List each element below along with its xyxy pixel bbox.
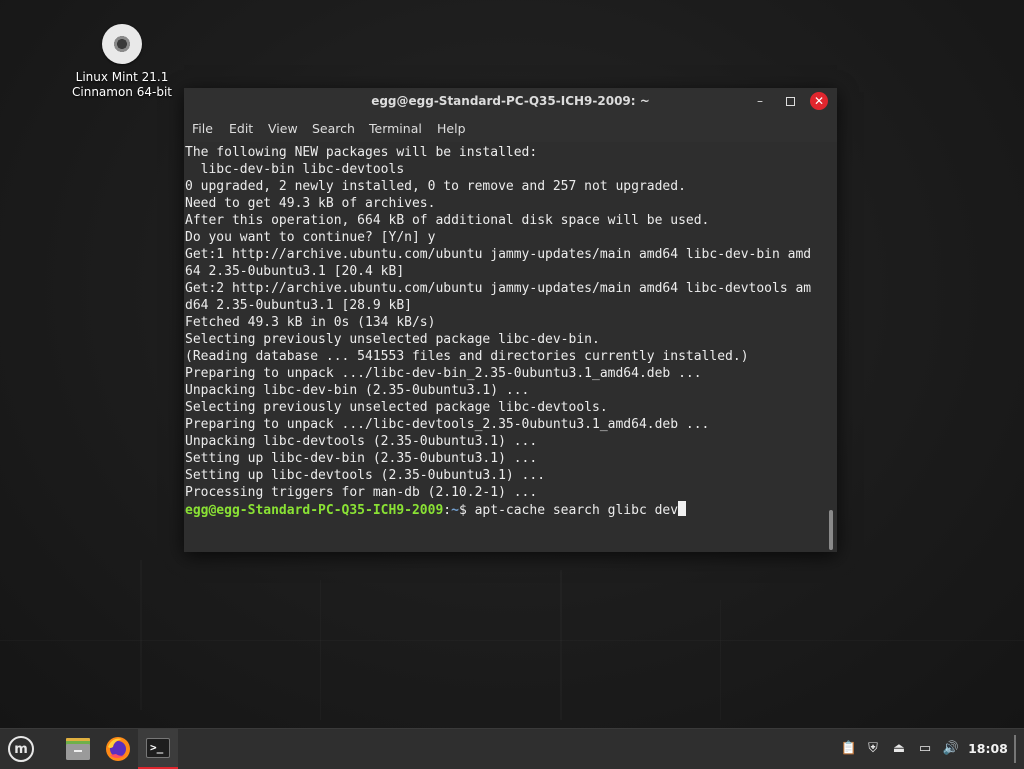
- menu-help[interactable]: Help: [437, 121, 466, 136]
- optical-disc-icon: [102, 24, 142, 64]
- prompt-user-host: egg@egg-Standard-PC-Q35-ICH9-2009: [185, 503, 444, 518]
- menu-terminal[interactable]: Terminal: [369, 121, 422, 136]
- menu-view[interactable]: View: [268, 121, 298, 136]
- terminal-window: egg@egg-Standard-PC-Q35-ICH9-2009: ~ – ✕…: [184, 88, 837, 552]
- shield-update-icon[interactable]: ⛨: [864, 739, 882, 759]
- terminal-line: After this operation, 664 kB of addition…: [185, 213, 710, 228]
- terminal-taskbar-button[interactable]: >_: [138, 729, 178, 769]
- terminal-line: 64 2.35-0ubuntu3.1 [20.4 kB]: [185, 264, 405, 279]
- desktop-icon-install-disc[interactable]: Linux Mint 21.1 Cinnamon 64-bit: [64, 24, 180, 100]
- terminal-line: Preparing to unpack .../libc-devtools_2.…: [185, 417, 710, 432]
- files-launcher-button[interactable]: [60, 729, 96, 769]
- command-input[interactable]: apt-cache search glibc dev: [475, 503, 679, 518]
- menu-edit[interactable]: Edit: [229, 121, 253, 136]
- maximize-icon: [785, 97, 795, 106]
- terminal-line: Setting up libc-devtools (2.35-0ubuntu3.…: [185, 468, 546, 483]
- terminal-line: (Reading database ... 541553 files and d…: [185, 349, 749, 364]
- terminal-line: Get:2 http://archive.ubuntu.com/ubuntu j…: [185, 281, 812, 296]
- terminal-line: Need to get 49.3 kB of archives.: [185, 196, 436, 211]
- terminal-line: Selecting previously unselected package …: [185, 400, 608, 415]
- desktop-icon-label-line2: Cinnamon 64-bit: [72, 85, 172, 99]
- terminal-line: The following NEW packages will be insta…: [185, 145, 538, 160]
- terminal-line: Fetched 49.3 kB in 0s (134 kB/s): [185, 315, 436, 330]
- network-icon[interactable]: ▭: [916, 739, 934, 759]
- terminal-line: Unpacking libc-dev-bin (2.35-0ubuntu3.1)…: [185, 383, 530, 398]
- terminal-line: Setting up libc-dev-bin (2.35-0ubuntu3.1…: [185, 451, 538, 466]
- clipboard-tray-icon[interactable]: 📋: [840, 739, 858, 759]
- firefox-icon: [106, 737, 130, 761]
- menu-file[interactable]: File: [192, 121, 213, 136]
- prompt-path: ~: [451, 503, 459, 518]
- desktop-icon-label-line1: Linux Mint 21.1: [75, 70, 169, 84]
- text-cursor: [678, 501, 687, 516]
- close-button[interactable]: ✕: [810, 92, 828, 110]
- terminal-prompt-line[interactable]: egg@egg-Standard-PC-Q35-ICH9-2009:~$ apt…: [185, 501, 687, 518]
- eject-removable-icon[interactable]: ⏏: [890, 739, 908, 759]
- clock[interactable]: 18:08: [968, 729, 1008, 769]
- terminal-scrollbar[interactable]: [829, 510, 833, 550]
- terminal-line: Do you want to continue? [Y/n] y: [185, 230, 436, 245]
- terminal-icon: >_: [146, 738, 170, 758]
- terminal-line: Unpacking libc-devtools (2.35-0ubuntu3.1…: [185, 434, 538, 449]
- show-desktop-button[interactable]: [1014, 735, 1016, 763]
- terminal-line: Processing triggers for man-db (2.10.2-1…: [185, 485, 538, 500]
- minimize-button[interactable]: –: [752, 93, 768, 109]
- menu-search[interactable]: Search: [312, 121, 355, 136]
- terminal-line: 0 upgraded, 2 newly installed, 0 to remo…: [185, 179, 686, 194]
- start-menu-button[interactable]: m: [4, 729, 38, 769]
- window-titlebar[interactable]: egg@egg-Standard-PC-Q35-ICH9-2009: ~: [184, 88, 837, 114]
- terminal-line: Preparing to unpack .../libc-dev-bin_2.3…: [185, 366, 702, 381]
- terminal-line: Selecting previously unselected package …: [185, 332, 600, 347]
- volume-icon[interactable]: 🔊: [942, 739, 960, 759]
- terminal-line: Get:1 http://archive.ubuntu.com/ubuntu j…: [185, 247, 812, 262]
- menu-bar: File Edit View Search Terminal Help: [184, 114, 837, 142]
- terminal-line: libc-dev-bin libc-devtools: [185, 162, 405, 177]
- window-title: egg@egg-Standard-PC-Q35-ICH9-2009: ~: [371, 94, 650, 108]
- linux-mint-logo-icon: m: [8, 736, 34, 762]
- maximize-button[interactable]: [782, 93, 798, 109]
- file-manager-icon: [66, 738, 90, 760]
- prompt-symbol: $: [458, 503, 475, 518]
- terminal-line: d64 2.35-0ubuntu3.1 [28.9 kB]: [185, 298, 412, 313]
- taskbar: m >_ 📋 ⛨ ⏏ ▭ 🔊 18:08: [0, 728, 1024, 769]
- terminal-output[interactable]: The following NEW packages will be insta…: [184, 142, 837, 552]
- prompt-separator: :: [443, 503, 452, 518]
- firefox-launcher-button[interactable]: [100, 729, 136, 769]
